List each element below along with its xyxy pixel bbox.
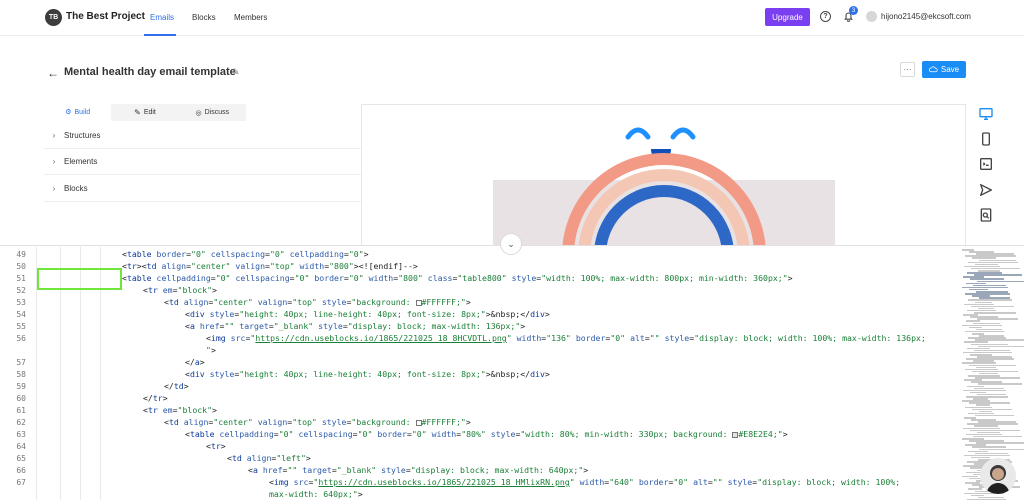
line-number: 63 <box>16 430 26 439</box>
code-line[interactable]: </tr> <box>143 393 168 403</box>
line-number: 62 <box>16 418 26 427</box>
chevron-right-icon: › <box>52 131 56 140</box>
collapse-editor-chevron-icon[interactable]: ⌄ <box>500 233 522 255</box>
code-view-icon[interactable] <box>978 156 994 172</box>
minimap-line <box>977 318 1018 320</box>
code-line[interactable]: <div style="height: 40px; line-height: 4… <box>185 369 550 379</box>
desktop-preview-icon[interactable] <box>978 106 994 122</box>
code-line[interactable]: <table border="0" cellspacing="0" cellpa… <box>122 249 369 259</box>
line-number: 56 <box>16 334 26 343</box>
code-line[interactable]: <div style="height: 40px; line-height: 4… <box>185 309 550 319</box>
line-number: 64 <box>16 442 26 451</box>
builder-tabs: ⚙ Build ✎ Edit ◎ Discuss <box>44 104 246 121</box>
minimap-line <box>975 414 1014 417</box>
line-number: 66 <box>16 466 26 475</box>
project-title[interactable]: The Best Project <box>66 11 145 22</box>
user-avatar[interactable] <box>866 11 877 22</box>
user-email[interactable]: hijono2145@ekcsoft.com <box>881 12 971 21</box>
help-icon[interactable]: ? <box>820 11 831 22</box>
tab-edit-label: Edit <box>143 109 156 116</box>
support-avatar[interactable] <box>980 458 1016 494</box>
chevron-right-icon: › <box>52 157 56 166</box>
code-line[interactable]: <table cellpadding="0" cellspacing="0" b… <box>122 273 793 283</box>
code-line[interactable]: <td align="left"> <box>227 453 311 463</box>
code-line[interactable]: </a> <box>185 357 205 367</box>
upgrade-button[interactable]: Upgrade <box>765 8 810 26</box>
mobile-preview-icon[interactable] <box>978 131 994 147</box>
code-line[interactable]: max-width: 640px;"> <box>269 489 363 499</box>
code-line[interactable]: <img src="https://cdn.useblocks.io/1865/… <box>269 477 900 487</box>
code-line[interactable]: <a href="" target="_blank" style="displa… <box>248 465 588 475</box>
export-icon[interactable] <box>978 207 994 223</box>
person-avatar-icon <box>980 458 1016 494</box>
email-preview-artwork <box>493 127 835 247</box>
tab-discuss-label: Discuss <box>204 109 230 116</box>
code-line[interactable]: <tr em="block"> <box>143 285 217 295</box>
line-number: 60 <box>16 394 26 403</box>
email-preview-canvas[interactable] <box>361 104 966 248</box>
code-line[interactable]: "> <box>206 345 216 355</box>
tab-discuss[interactable]: ◎ Discuss <box>179 104 246 121</box>
tab-build[interactable]: ⚙ Build <box>44 104 112 121</box>
code-line[interactable]: <tr> <box>206 441 226 451</box>
line-number: 52 <box>16 286 26 295</box>
line-number: 58 <box>16 370 26 379</box>
section-label: Structures <box>64 131 101 140</box>
active-tab-indicator <box>144 34 176 36</box>
section-label: Blocks <box>64 184 88 193</box>
top-navigation-bar: TB The Best Project Emails Blocks Member… <box>0 0 1024 36</box>
tab-edit[interactable]: ✎ Edit <box>111 104 178 121</box>
back-arrow-icon[interactable]: ← <box>47 66 59 80</box>
section-structures[interactable]: › Structures <box>44 123 364 149</box>
highlight-selection-box <box>37 268 122 290</box>
build-icon: ⚙ <box>65 109 72 116</box>
code-line[interactable]: <table cellpadding="0" cellspacing="0" b… <box>185 429 788 439</box>
code-line[interactable]: </td> <box>164 381 189 391</box>
code-line[interactable]: <td align="center" valign="top" style="b… <box>164 297 471 307</box>
save-button-label: Save <box>940 65 960 74</box>
section-label: Elements <box>64 157 98 166</box>
nav-tab-emails[interactable]: Emails <box>150 13 174 22</box>
line-number: 49 <box>16 250 26 259</box>
line-number: 61 <box>16 406 26 415</box>
more-options-button[interactable]: ··· <box>900 62 915 77</box>
line-number: 55 <box>16 322 26 331</box>
line-number: 65 <box>16 454 26 463</box>
section-elements[interactable]: › Elements <box>44 149 364 175</box>
minimap-line <box>962 324 1002 327</box>
code-line[interactable]: <img src="https://cdn.useblocks.io/1865/… <box>206 333 926 343</box>
edit-title-pencil-icon[interactable]: ✎ <box>232 67 240 78</box>
line-number: 54 <box>16 310 26 319</box>
minimap-line <box>972 408 1012 411</box>
tab-build-label: Build <box>74 108 91 116</box>
line-number: 57 <box>16 358 26 367</box>
chat-icon: ◎ <box>195 109 202 117</box>
line-number: 51 <box>16 274 26 283</box>
minimap-line <box>965 330 1004 333</box>
code-line[interactable]: <td align="center" valign="top" style="b… <box>164 417 471 427</box>
line-number: 50 <box>16 262 26 271</box>
minimap-line <box>978 383 1022 385</box>
cloud-upload-icon <box>928 66 938 73</box>
project-logo[interactable]: TB <box>45 9 62 26</box>
nav-tab-members[interactable]: Members <box>234 13 267 22</box>
section-blocks[interactable]: › Blocks <box>44 176 364 202</box>
line-number: 67 <box>16 478 26 487</box>
send-test-icon[interactable] <box>978 182 994 198</box>
minimap-line <box>974 312 1016 314</box>
code-line[interactable]: <tr em="block"> <box>143 405 217 415</box>
line-number: 59 <box>16 382 26 391</box>
template-title: Mental health day email template <box>64 66 236 78</box>
chevron-right-icon: › <box>52 184 56 193</box>
save-button[interactable]: Save <box>922 61 966 78</box>
code-line[interactable]: <a href="" target="_blank" style="displa… <box>185 321 525 331</box>
notification-count-badge: 3 <box>849 6 858 15</box>
code-line[interactable]: <tr><td align="center" valign="top" widt… <box>122 261 418 271</box>
edit-pencil-tab-icon: ✎ <box>134 108 141 117</box>
line-number: 53 <box>16 298 26 307</box>
nav-tab-blocks[interactable]: Blocks <box>192 13 216 22</box>
